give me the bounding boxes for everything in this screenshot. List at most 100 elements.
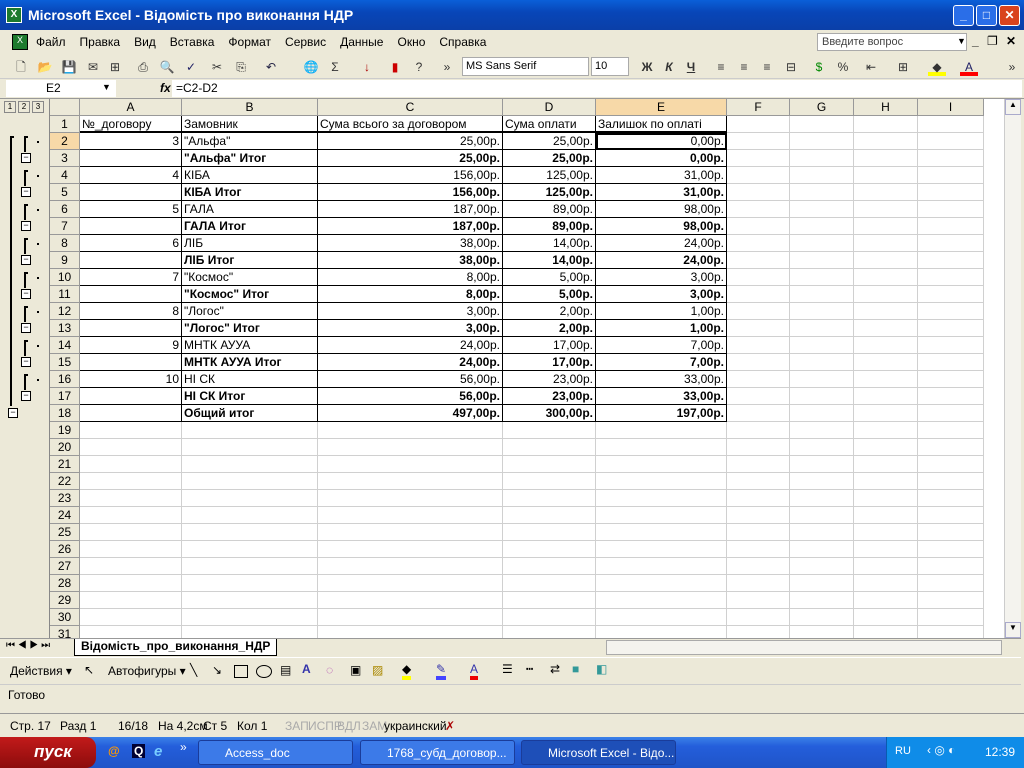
outline-collapse-button[interactable]: −: [21, 357, 31, 367]
row-header[interactable]: 8: [50, 235, 80, 252]
font-size-select[interactable]: 10: [591, 57, 629, 76]
cell-i3[interactable]: [918, 150, 984, 167]
chart-wizard-icon[interactable]: ▮: [386, 58, 404, 76]
cell-a27[interactable]: [80, 558, 182, 575]
cell-g8[interactable]: [790, 235, 854, 252]
cell-a1[interactable]: №_договору: [80, 116, 182, 133]
cell-a15[interactable]: [80, 354, 182, 371]
cell-g18[interactable]: [790, 405, 854, 422]
help-icon[interactable]: ?: [410, 58, 428, 76]
cell-d28[interactable]: [503, 575, 596, 592]
cell-a28[interactable]: [80, 575, 182, 592]
cell-e4[interactable]: 31,00р.: [596, 167, 727, 184]
row-header[interactable]: 24: [50, 507, 80, 524]
cell-b5[interactable]: КІБА Итог: [182, 184, 318, 201]
row-header[interactable]: 4: [50, 167, 80, 184]
outline-collapse-button[interactable]: −: [21, 391, 31, 401]
cell-e28[interactable]: [596, 575, 727, 592]
cell-i2[interactable]: [918, 133, 984, 150]
font-color-icon[interactable]: A: [960, 58, 978, 76]
name-box[interactable]: E2: [6, 80, 116, 97]
cell-b12[interactable]: "Логос": [182, 303, 318, 320]
cell-h20[interactable]: [854, 439, 918, 456]
cell-b17[interactable]: НІ СК Итог: [182, 388, 318, 405]
cell-i11[interactable]: [918, 286, 984, 303]
tray-icons[interactable]: ‹ ◎ ◐: [927, 743, 955, 757]
cell-a19[interactable]: [80, 422, 182, 439]
cell-d17[interactable]: 23,00р.: [503, 388, 596, 405]
autosum-icon[interactable]: Σ: [326, 58, 344, 76]
cell-h12[interactable]: [854, 303, 918, 320]
cell-h28[interactable]: [854, 575, 918, 592]
cell-e14[interactable]: 7,00р.: [596, 337, 727, 354]
cell-b26[interactable]: [182, 541, 318, 558]
cell-i23[interactable]: [918, 490, 984, 507]
formula-input[interactable]: =C2-D2: [172, 80, 1022, 97]
cell-c19[interactable]: [318, 422, 503, 439]
actions-menu[interactable]: Действия ▾: [10, 664, 72, 678]
cell-c6[interactable]: 187,00р.: [318, 201, 503, 218]
align-right-icon[interactable]: ≡: [758, 58, 776, 76]
print-preview-icon[interactable]: 🔍: [158, 58, 176, 76]
percent-button[interactable]: %: [834, 58, 852, 76]
cell-a25[interactable]: [80, 524, 182, 541]
row-header[interactable]: 19: [50, 422, 80, 439]
clipart-icon[interactable]: ▣: [350, 663, 361, 677]
cell-g7[interactable]: [790, 218, 854, 235]
quicklaunch-more-icon[interactable]: »: [180, 740, 187, 754]
cell-i21[interactable]: [918, 456, 984, 473]
cell-i20[interactable]: [918, 439, 984, 456]
cell-i16[interactable]: [918, 371, 984, 388]
minimize-button[interactable]: _: [953, 5, 974, 26]
cell-h6[interactable]: [854, 201, 918, 218]
cell-g20[interactable]: [790, 439, 854, 456]
column-header-f[interactable]: F: [727, 99, 790, 116]
fill-color-icon[interactable]: ◆: [928, 58, 946, 76]
permission-icon[interactable]: ✉: [84, 58, 102, 76]
cell-i12[interactable]: [918, 303, 984, 320]
cell-a6[interactable]: 5: [80, 201, 182, 218]
italic-button[interactable]: К: [660, 58, 678, 76]
cell-d13[interactable]: 2,00р.: [503, 320, 596, 337]
dash-style-icon[interactable]: ┅: [526, 662, 533, 676]
cell-e17[interactable]: 33,00р.: [596, 388, 727, 405]
cell-i17[interactable]: [918, 388, 984, 405]
column-header-i[interactable]: I: [918, 99, 984, 116]
cell-c3[interactable]: 25,00р.: [318, 150, 503, 167]
cell-g5[interactable]: [790, 184, 854, 201]
cell-c30[interactable]: [318, 609, 503, 626]
cell-i4[interactable]: [918, 167, 984, 184]
cell-c1[interactable]: Сума всього за договором: [318, 116, 503, 133]
cell-d25[interactable]: [503, 524, 596, 541]
menu-tools[interactable]: Сервис: [285, 35, 326, 49]
cell-e5[interactable]: 31,00р.: [596, 184, 727, 201]
cell-e18[interactable]: 197,00р.: [596, 405, 727, 422]
spelling-status-icon[interactable]: ✗: [445, 719, 455, 733]
insert-function-icon[interactable]: fx: [160, 81, 171, 95]
cell-c9[interactable]: 38,00р.: [318, 252, 503, 269]
toolbar-more-icon[interactable]: »: [1003, 58, 1021, 76]
cell-h13[interactable]: [854, 320, 918, 337]
cell-g26[interactable]: [790, 541, 854, 558]
cell-b16[interactable]: НІ СК: [182, 371, 318, 388]
cell-c12[interactable]: 3,00р.: [318, 303, 503, 320]
menu-view[interactable]: Вид: [134, 35, 156, 49]
cell-d2[interactable]: 25,00р.: [503, 133, 596, 150]
cell-c14[interactable]: 24,00р.: [318, 337, 503, 354]
cell-i25[interactable]: [918, 524, 984, 541]
outline-level-3-button[interactable]: 3: [32, 101, 44, 113]
cell-f5[interactable]: [727, 184, 790, 201]
menu-help[interactable]: Справка: [439, 35, 486, 49]
outline-collapse-button[interactable]: −: [8, 408, 18, 418]
row-header[interactable]: 21: [50, 456, 80, 473]
cell-e1[interactable]: Залишок по оплаті: [596, 116, 727, 133]
cell-d10[interactable]: 5,00р.: [503, 269, 596, 286]
row-header[interactable]: 12: [50, 303, 80, 320]
cell-a21[interactable]: [80, 456, 182, 473]
select-all-corner[interactable]: [50, 99, 80, 116]
row-header[interactable]: 11: [50, 286, 80, 303]
cell-b30[interactable]: [182, 609, 318, 626]
cell-b28[interactable]: [182, 575, 318, 592]
cell-a30[interactable]: [80, 609, 182, 626]
merge-center-icon[interactable]: ⊟: [782, 58, 800, 76]
